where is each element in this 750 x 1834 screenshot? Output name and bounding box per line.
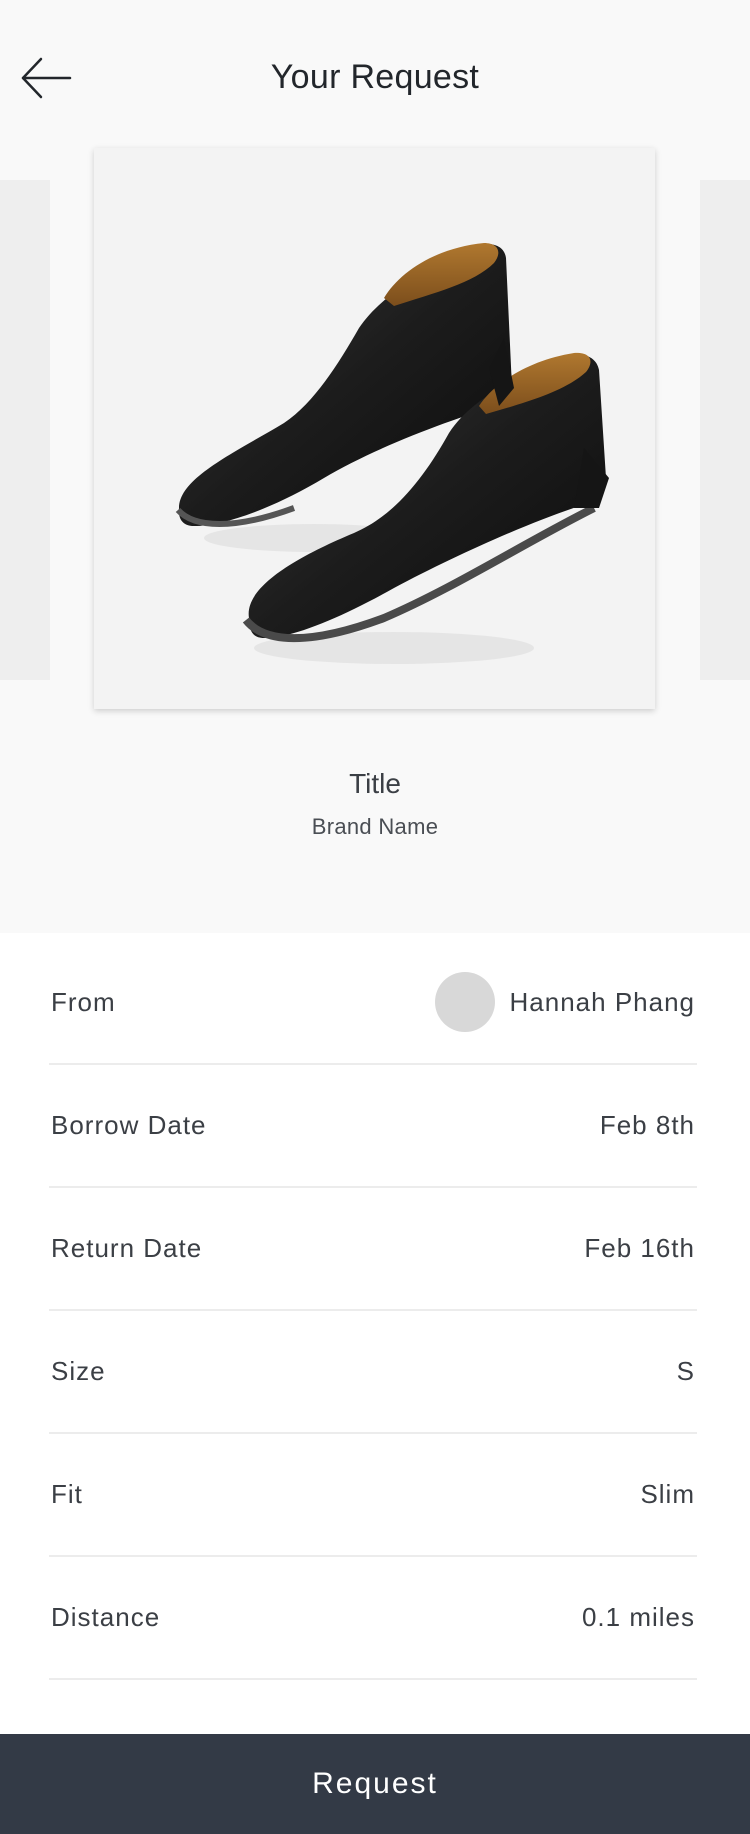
detail-row-size: Size S (49, 1311, 697, 1434)
brand-name: Brand Name (311, 814, 439, 839)
request-button[interactable]: Request (0, 1734, 750, 1834)
detail-label: Size (51, 1356, 106, 1386)
avatar[interactable] (434, 972, 495, 1032)
detail-value: S (676, 1356, 695, 1386)
detail-label: Distance (51, 1602, 161, 1632)
detail-value: Feb 8th (599, 1110, 695, 1140)
detail-row-distance: Distance 0.1 miles (49, 1557, 697, 1680)
detail-label: Fit (51, 1479, 83, 1509)
previous-image-card[interactable] (0, 180, 50, 680)
lender-info[interactable]: Hannah Phang (434, 972, 695, 1032)
product-image-carousel[interactable] (0, 148, 750, 710)
request-details-list: From Hannah Phang Borrow Date Feb 8th Re… (49, 942, 697, 1680)
detail-row-fit: Fit Slim (49, 1434, 697, 1557)
detail-row-from[interactable]: From Hannah Phang (49, 942, 697, 1065)
detail-value: Slim (640, 1479, 695, 1509)
header: Your Request (0, 0, 750, 160)
page-title: Your Request (270, 58, 480, 96)
product-image[interactable] (94, 148, 655, 709)
product-title: Title (349, 768, 401, 799)
detail-row-return-date: Return Date Feb 16th (49, 1188, 697, 1311)
detail-value: 0.1 miles (581, 1602, 695, 1632)
lender-name: Hannah Phang (509, 986, 695, 1017)
detail-label: From (51, 987, 116, 1017)
detail-label: Borrow Date (51, 1110, 207, 1140)
next-image-card[interactable] (700, 180, 750, 680)
detail-row-borrow-date: Borrow Date Feb 8th (49, 1065, 697, 1188)
detail-value: Feb 16th (584, 1233, 695, 1263)
detail-label: Return Date (51, 1233, 203, 1263)
